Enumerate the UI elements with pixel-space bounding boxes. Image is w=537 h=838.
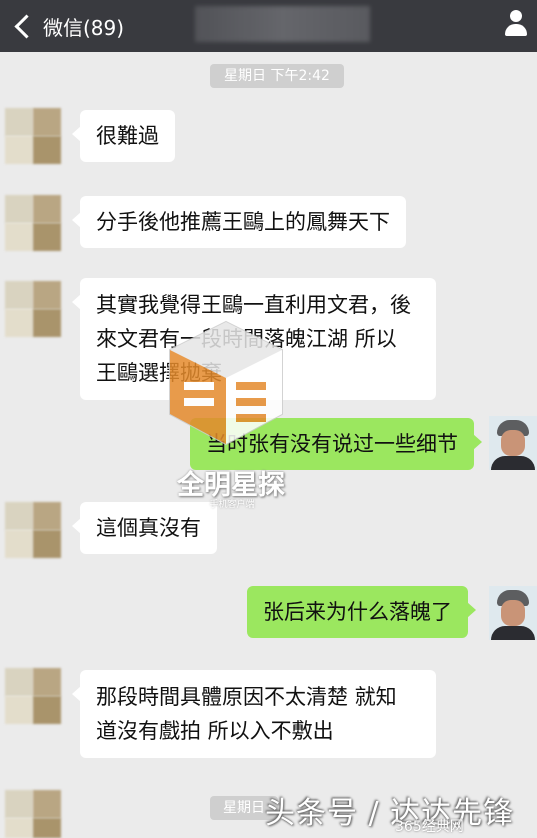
blurred-avatar[interactable]	[5, 108, 61, 164]
cube-logo-icon	[169, 320, 283, 446]
blurred-chat-title	[195, 6, 370, 42]
blurred-avatar[interactable]	[5, 668, 61, 724]
blurred-avatar[interactable]	[5, 281, 61, 337]
person-icon[interactable]	[503, 10, 529, 38]
message-bubble-right[interactable]: 张后来为什么落魄了	[247, 586, 476, 638]
back-label: 微信(89)	[43, 15, 125, 40]
message-text: 很難過	[96, 124, 159, 148]
blurred-avatar[interactable]	[5, 195, 61, 251]
chevron-left-icon	[14, 13, 39, 39]
watermark-site: 365经典网	[395, 819, 464, 835]
user-avatar[interactable]	[489, 416, 537, 470]
message-bubble-left[interactable]: 這個真沒有	[72, 502, 217, 554]
message-bubble-left[interactable]: 分手後他推薦王鷗上的鳳舞天下	[72, 196, 406, 248]
message-text: 這個真沒有	[96, 516, 201, 540]
message-text: 分手後他推薦王鷗上的鳳舞天下	[96, 210, 390, 234]
timestamp-label: 星期日 下午2:42	[210, 64, 344, 88]
message-line: 那段時間具體原因不太清楚 就知	[96, 685, 397, 709]
blurred-avatar[interactable]	[5, 502, 61, 558]
watermark-bottom-text: 头条号 / 达达先锋	[265, 796, 515, 831]
top-navigation-bar: 微信(89)	[0, 0, 537, 52]
message-bubble-left[interactable]: 那段時間具體原因不太清楚 就知 道沒有戲拍 所以入不敷出	[72, 670, 436, 758]
message-bubble-left[interactable]: 很難過	[72, 110, 175, 162]
user-avatar[interactable]	[489, 586, 537, 640]
message-line: 其實我覺得王鷗一直利用文君，後	[96, 293, 411, 317]
message-text: 张后来为什么落魄了	[263, 600, 452, 624]
watermark-subtitle: 手机客户端	[209, 500, 255, 510]
message-line: 道沒有戲拍 所以入不敷出	[96, 719, 334, 743]
blurred-avatar[interactable]	[5, 790, 61, 838]
back-button[interactable]: 微信(89)	[12, 8, 124, 44]
